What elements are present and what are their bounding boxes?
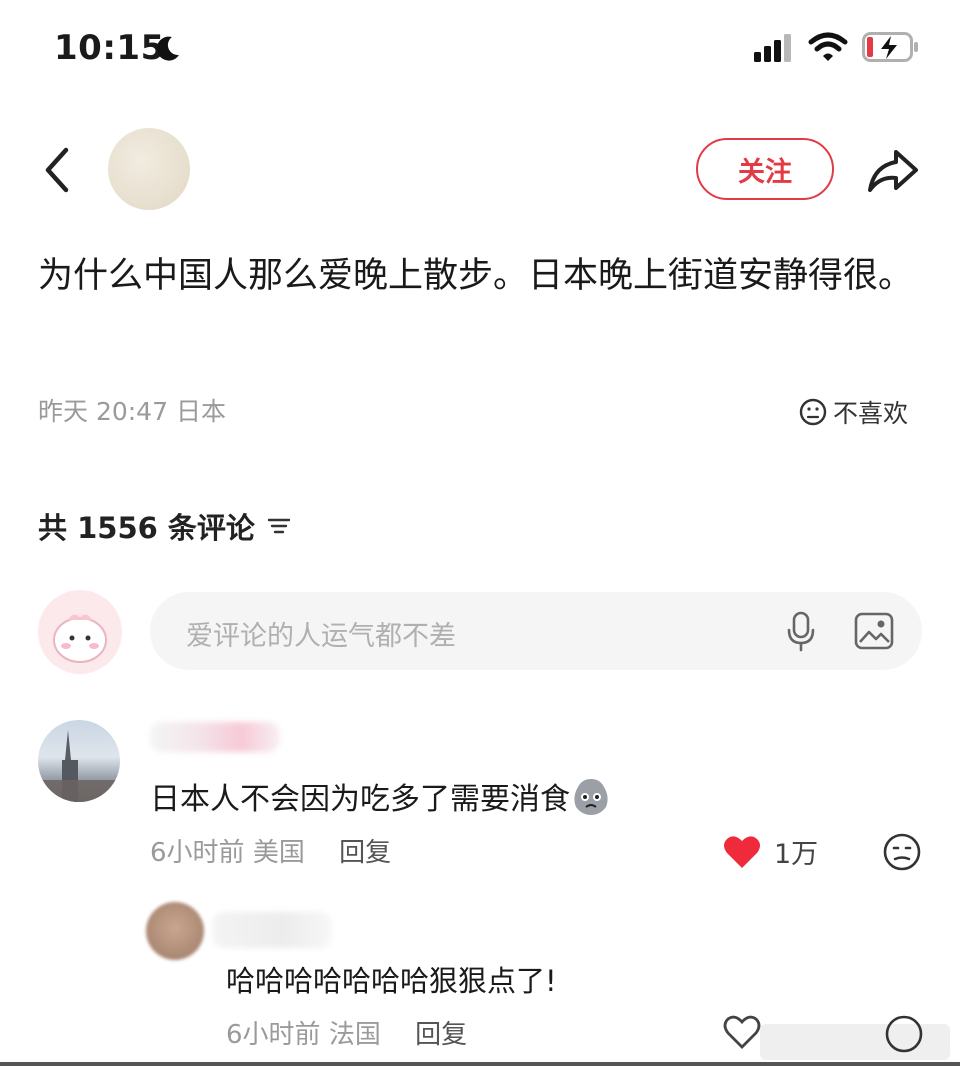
frown-face-icon[interactable] xyxy=(884,1014,924,1054)
like-count: 1万 xyxy=(774,839,819,870)
reply-time: 6小时前 xyxy=(226,1020,321,1050)
microphone-icon[interactable] xyxy=(784,610,818,652)
frown-face-icon[interactable] xyxy=(882,832,922,872)
tower-photo-icon xyxy=(38,730,120,802)
like-button[interactable]: 1万 xyxy=(722,832,818,871)
heart-filled-icon xyxy=(724,835,760,868)
dislike-button[interactable]: 不喜欢 xyxy=(799,394,908,430)
reply-meta: 6小时前 法国 回复 xyxy=(226,1014,467,1051)
status-time: 10:15 xyxy=(54,28,165,68)
post-location: 日本 xyxy=(175,397,226,426)
signal-icon xyxy=(754,34,791,62)
commenter-avatar[interactable] xyxy=(38,720,120,802)
image-icon[interactable] xyxy=(854,612,894,650)
frown-face-icon xyxy=(799,398,827,426)
my-avatar xyxy=(38,590,122,674)
heart-outline-icon xyxy=(723,1015,761,1049)
comment-text: 日本人不会因为吃多了需要消食 xyxy=(150,774,612,818)
status-bar: 10:15 xyxy=(0,0,960,100)
like-button[interactable] xyxy=(722,1014,762,1050)
battery-charging-icon xyxy=(862,32,918,62)
comment-location: 美国 xyxy=(252,838,305,868)
comment-input-placeholder: 爱评论的人运气都不差 xyxy=(186,621,456,652)
comment-count-label: 共 1556 条评论 xyxy=(38,511,255,545)
status-icons xyxy=(754,32,920,62)
back-icon[interactable] xyxy=(36,140,80,200)
wifi-icon xyxy=(808,32,848,61)
follow-button[interactable]: 关注 xyxy=(696,138,834,200)
reply-button[interactable]: 回复 xyxy=(339,838,391,868)
post-text: 为什么中国人那么爱晚上散步。日本晚上街道安静得很。 xyxy=(38,256,914,296)
bottom-edge xyxy=(0,1062,960,1066)
reply-text: 哈哈哈哈哈哈哈狠狠点了! xyxy=(226,964,557,998)
sad-emoji-icon xyxy=(574,779,608,815)
author-avatar[interactable] xyxy=(108,128,190,210)
post-time: 昨天 20:47 xyxy=(38,397,168,426)
dislike-label: 不喜欢 xyxy=(832,399,908,428)
comment-count: 共 1556 条评论 xyxy=(38,505,291,547)
moon-icon xyxy=(156,36,179,61)
sort-icon[interactable] xyxy=(267,516,291,536)
comment-meta: 6小时前 美国 回复 xyxy=(150,832,391,869)
commenter-name-blurred xyxy=(150,722,280,752)
reply-location: 法国 xyxy=(328,1020,381,1050)
post-meta: 昨天 20:47 日本 xyxy=(38,392,226,428)
comment-input[interactable]: 爱评论的人运气都不差 xyxy=(150,592,922,670)
comment-text-content: 日本人不会因为吃多了需要消食 xyxy=(150,782,570,817)
reply-name-blurred xyxy=(212,912,332,948)
reply-button[interactable]: 回复 xyxy=(415,1020,467,1050)
share-icon[interactable] xyxy=(866,146,920,196)
reply-avatar-blurred[interactable] xyxy=(146,902,204,960)
comment-time: 6小时前 xyxy=(150,838,245,868)
cartoon-avatar-icon xyxy=(53,614,107,663)
